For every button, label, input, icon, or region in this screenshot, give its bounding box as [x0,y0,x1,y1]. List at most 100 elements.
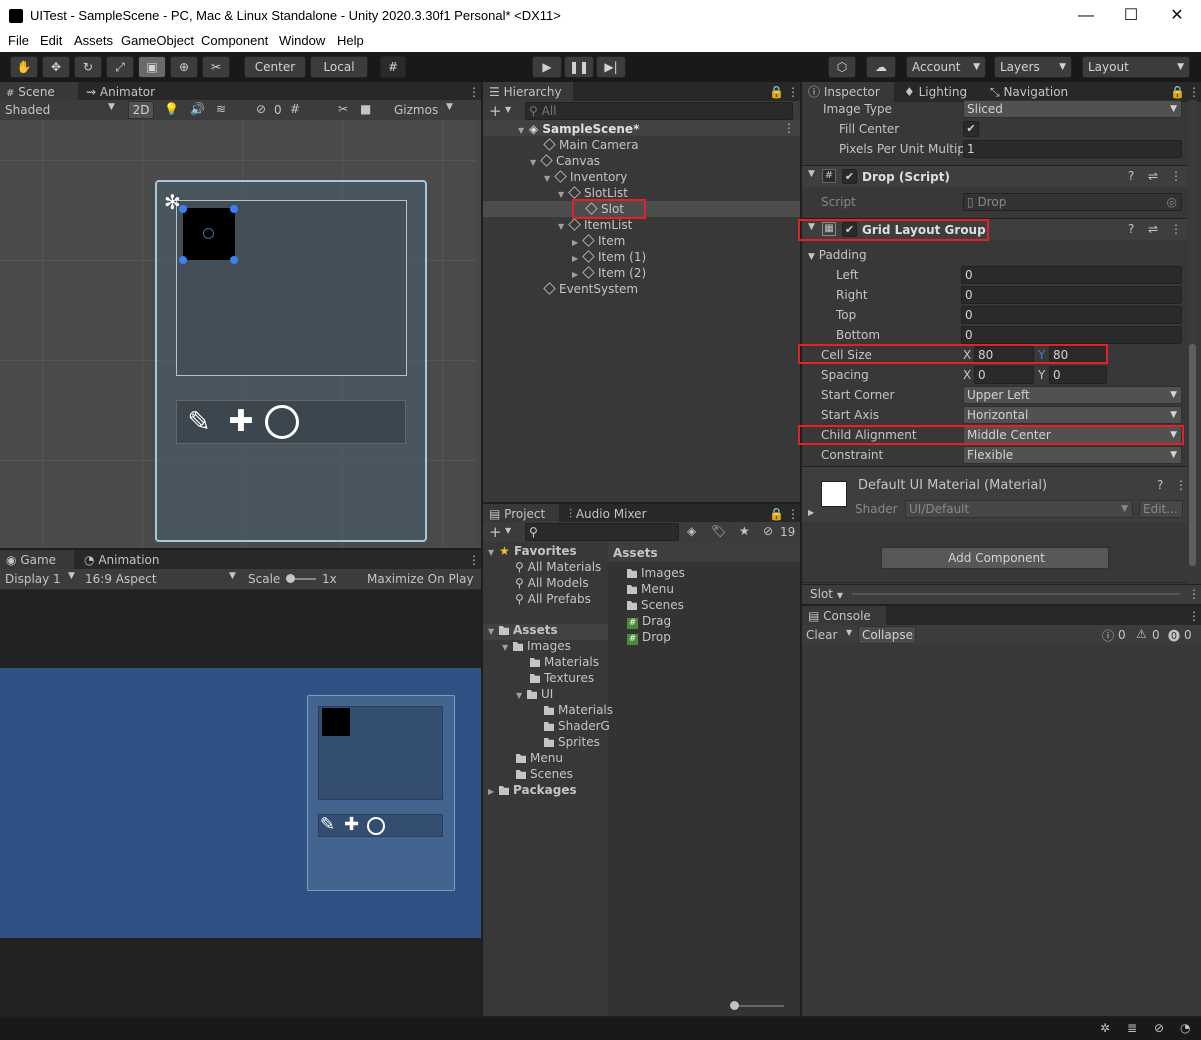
slot-rect[interactable] [183,208,235,260]
visibility-icon[interactable]: ⊘ [256,102,266,116]
drop-enabled-checkbox[interactable]: ✔ [842,169,857,184]
light-icon[interactable]: 💡 [164,102,179,116]
tab-inspector[interactable]: ⓘ Inspector [802,82,894,102]
start-axis-dropdown[interactable]: Horizontal ▼ [963,406,1182,424]
hand-tool-icon[interactable]: ✋ [10,56,38,78]
visibility-icon[interactable]: ⊘ [763,524,773,538]
bug-icon[interactable]: ✲ [1100,1021,1110,1035]
tab-scene[interactable]: # Scene [0,82,78,102]
help-icon[interactable]: ? [1128,222,1134,236]
hierarchy-item-slot[interactable]: Slot [484,201,624,217]
hierarchy-item-inventory[interactable]: ▼ Inventory [484,169,627,185]
pivot-center-button[interactable]: Center [244,56,306,78]
spacing-x-input[interactable]: 0 [974,366,1034,384]
camera-icon[interactable]: ■ [360,102,371,116]
hierarchy-item-samplescene[interactable]: ▼ ◈ SampleScene* [484,121,639,137]
collapse-toggle[interactable]: Collapse [858,626,916,644]
file-drag[interactable]: # Drag [627,613,671,629]
file-drop[interactable]: # Drop [627,629,671,645]
minimize-button[interactable]: — [1063,4,1109,28]
tab-animator[interactable]: ⇝ Animator [80,82,170,102]
audio-icon[interactable]: 🔊 [190,102,205,116]
start-corner-dropdown[interactable]: Upper Left ▼ [963,386,1182,404]
play-button[interactable]: ▶ [532,56,562,78]
warning-icon[interactable]: ⚠ [1136,627,1147,641]
assets-breadcrumb[interactable]: Assets [613,545,658,561]
rect-tool-icon[interactable]: ▣ [138,56,166,78]
cell-size-x-input[interactable]: 80 [974,346,1034,364]
menu-window[interactable]: Window [279,33,325,48]
hierarchy-item-itemlist[interactable]: ▼ ItemList [484,217,632,233]
spacing-y-input[interactable]: 0 [1049,366,1107,384]
ppu-input[interactable]: 1 [963,140,1182,158]
menu-assets[interactable]: Assets [74,33,113,48]
transform-tool-icon[interactable]: ⊕ [170,56,198,78]
tab-navigation[interactable]: ⤡ Navigation [984,82,1080,102]
menu-edit[interactable]: Edit [40,33,62,48]
resize-handle[interactable] [230,256,238,264]
hierarchy-item-item-1[interactable]: ▶ Item (1) [484,249,646,265]
cell-size-y-input[interactable]: 80 [1049,346,1107,364]
favorite-item[interactable]: ⚲ All Prefabs [515,591,591,607]
hierarchy-item-canvas[interactable]: ▼ Canvas [484,153,600,169]
add-icon[interactable]: + [489,102,502,120]
grid-enabled-checkbox[interactable]: ✔ [842,222,857,237]
zoom-slider[interactable] [732,1005,784,1007]
add-icon[interactable]: + [489,523,502,541]
file-images[interactable]: Images [627,565,685,581]
circle-item-icon[interactable] [265,405,299,439]
tab-lighting[interactable]: ♦ Lighting [898,82,978,102]
folder-textures[interactable]: Textures [530,670,594,686]
game-viewport[interactable]: ✎ ✚ [0,668,481,938]
scrollbar-thumb[interactable] [1189,344,1196,566]
layers-dropdown[interactable]: Layers ▼ [994,56,1072,78]
menu-gameobject[interactable]: GameObject [121,33,194,48]
brush-item-icon[interactable]: ✎ [181,404,217,440]
step-button[interactable]: ▶| [596,56,626,78]
expand-icon[interactable]: ▶ [808,508,814,517]
more-options-icon[interactable]: ⋮ [462,82,480,102]
progress-icon[interactable]: ◔ [1180,1021,1190,1035]
presets-icon[interactable]: ⇌ [1148,169,1158,183]
more-options-icon[interactable]: ⋮ [781,82,799,102]
padding-right-input[interactable]: 0 [961,286,1182,304]
scale-slider-thumb[interactable] [286,574,295,583]
favorites-header[interactable]: ▼ ★ Favorites [488,543,577,559]
scale-tool-icon[interactable]: ⤢ [106,56,134,78]
pivot-local-button[interactable]: Local [310,56,368,78]
zoom-slider-thumb[interactable] [730,1001,739,1010]
layout-dropdown[interactable]: Layout ▼ [1082,56,1190,78]
hierarchy-item-eventsystem[interactable]: EventSystem [484,281,638,297]
preview-splitter[interactable] [852,593,1180,595]
shader-edit-button[interactable]: Edit... [1139,500,1183,518]
folder-sprites[interactable]: Sprites [544,734,600,750]
constraint-dropdown[interactable]: Flexible ▼ [963,446,1182,464]
folder-images[interactable]: ▼ Images [502,638,571,654]
info-log-icon[interactable]: ⓘ [1102,627,1114,644]
tab-project[interactable]: ▤ Project [483,504,559,524]
more-options-icon[interactable]: ⋮ [1182,82,1200,102]
chevron-down-icon[interactable]: ▼ [846,628,852,637]
maximize-button[interactable]: ☐ [1108,4,1154,28]
help-icon[interactable]: ? [1157,478,1163,492]
folder-menu[interactable]: Menu [516,750,563,766]
folder-materials[interactable]: Materials [530,654,599,670]
resize-handle[interactable] [179,256,187,264]
account-dropdown[interactable]: Account ▼ [906,56,986,78]
error-icon[interactable]: ⓿ [1168,627,1180,644]
file-scenes[interactable]: Scenes [627,597,684,613]
pivot-icon[interactable] [203,228,214,239]
tab-game[interactable]: ◉ Game [0,550,74,570]
tab-hierarchy[interactable]: ☰ Hierarchy [483,82,573,102]
2d-toggle[interactable]: 2D [128,101,154,119]
lock-icon[interactable]: 🔒 [763,82,784,102]
menu-help[interactable]: Help [337,33,364,48]
hierarchy-item-slotlist[interactable]: ▼ SlotList [484,185,628,201]
effects-icon[interactable]: ≋ [216,102,226,116]
expand-icon[interactable]: ▼ [808,222,815,232]
more-options-icon[interactable]: ⋮ [1170,169,1182,183]
hierarchy-search-input[interactable]: ⚲ All [525,102,793,120]
hierarchy-item-item-2[interactable]: ▶ Item (2) [484,265,646,281]
file-menu[interactable]: Menu [627,581,674,597]
display-dropdown[interactable]: Display 1 [5,572,61,586]
